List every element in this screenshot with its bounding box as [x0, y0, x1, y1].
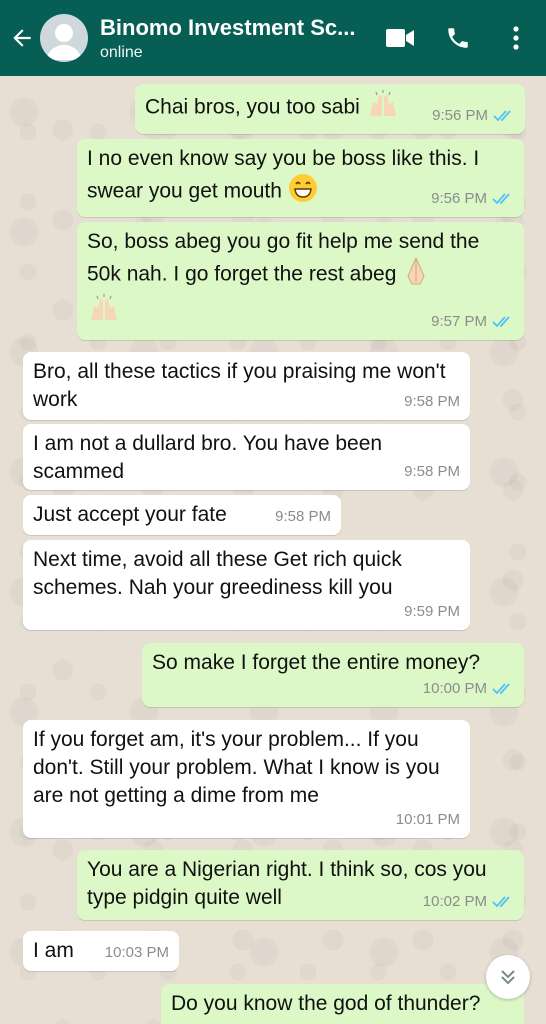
scroll-to-bottom-button[interactable]	[486, 955, 530, 999]
message-bubble-in[interactable]: If you forget am, it's your problem... I…	[23, 720, 470, 838]
message-time: 9:56 PM	[431, 190, 487, 207]
message-text: Chai bros, you too sabi	[145, 95, 360, 119]
message-time: 10:00 PM	[422, 680, 487, 697]
message-text: So make I forget the entire money?	[152, 651, 481, 674]
message-text: If you forget am, it's your problem... I…	[33, 728, 440, 807]
message-bubble-out[interactable]: You are a Nigerian right. I think so, co…	[77, 850, 524, 920]
message-time: 10:03 PM	[104, 944, 169, 961]
arrow-left-icon	[13, 29, 31, 47]
message-bubble-in[interactable]: I am 10:03 PM	[23, 931, 179, 971]
grinning-face-emoji	[288, 173, 318, 211]
message-time: 10:01 PM	[395, 811, 460, 828]
message-text: I am	[33, 939, 74, 962]
message-bubble-in[interactable]: I am not a dullard bro. You have been sc…	[23, 424, 470, 490]
double-check-icon	[492, 896, 510, 908]
back-button[interactable]	[6, 22, 38, 54]
message-time: 9:58 PM	[404, 463, 460, 480]
double-check-icon	[492, 683, 510, 695]
message-text: I am not a dullard bro. You have been sc…	[33, 432, 383, 483]
message-bubble-in[interactable]: Bro, all these tactics if you praising m…	[23, 352, 470, 420]
more-vert-icon	[513, 26, 519, 50]
message-text: Bro, all these tactics if you praising m…	[33, 360, 446, 411]
message-bubble-in[interactable]: Just accept your fate 9:58 PM	[23, 495, 341, 535]
double-chevron-down-icon	[501, 970, 515, 985]
voice-call-button[interactable]	[436, 16, 480, 60]
message-meta: 10:01 PM	[396, 806, 460, 834]
raising-hands-emoji	[366, 90, 400, 126]
chat-header: Binomo Investment Sc... online	[0, 0, 546, 76]
phone-icon	[448, 28, 468, 48]
double-check-icon	[492, 316, 510, 328]
message-meta: 9:56 PM	[432, 102, 515, 130]
message-meta: 10:00 PM	[423, 675, 514, 703]
message-meta: 9:58 PM	[275, 503, 331, 531]
message-text: I no even know say you be boss like this…	[87, 147, 480, 203]
message-text: Just accept your fate	[33, 503, 227, 526]
message-bubble-in[interactable]: Next time, avoid all these Get rich quic…	[23, 540, 470, 630]
message-text: Next time, avoid all these Get rich quic…	[33, 548, 402, 599]
message-time: 9:58 PM	[404, 393, 460, 410]
message-time: 9:58 PM	[275, 508, 331, 525]
message-meta: 10:03 PM	[105, 939, 169, 967]
double-check-icon	[492, 193, 510, 205]
message-meta: 9:58 PM	[404, 388, 460, 416]
message-text: Do you know the god of thunder?	[171, 992, 481, 1015]
default-avatar-icon	[46, 24, 82, 60]
raising-hands-emoji	[87, 294, 121, 330]
message-meta: 10:02 PM	[423, 888, 514, 916]
message-bubble-out[interactable]: So, boss abeg you go fit help me send th…	[77, 222, 524, 340]
message-meta: 9:56 PM	[431, 185, 514, 213]
more-options-button[interactable]	[494, 16, 538, 60]
folded-hands-emoji	[402, 256, 430, 294]
message-bubble-out[interactable]: Chai bros, you too sabi 9:56 PM	[135, 84, 525, 134]
message-time: 9:56 PM	[432, 107, 488, 124]
contact-name: Binomo Investment Sc...	[100, 14, 356, 40]
videocam-icon	[386, 29, 414, 47]
double-check-icon	[493, 110, 511, 122]
avatar[interactable]	[40, 14, 88, 62]
message-bubble-out[interactable]: I no even know say you be boss like this…	[77, 139, 524, 217]
message-bubble-out[interactable]: So make I forget the entire money? 10:00…	[142, 643, 524, 707]
message-meta: 9:57 PM	[431, 308, 514, 336]
contact-info[interactable]: Binomo Investment Sc... online	[100, 15, 378, 62]
message-time: 9:59 PM	[404, 603, 460, 620]
message-time: 9:57 PM	[431, 313, 487, 330]
contact-status: online	[100, 43, 143, 61]
message-meta: 9:58 PM	[404, 458, 460, 486]
message-bubble-out[interactable]: Do you know the god of thunder?	[161, 984, 524, 1024]
video-call-button[interactable]	[378, 16, 422, 60]
message-meta: 9:59 PM	[404, 598, 460, 626]
message-time: 10:02 PM	[422, 893, 487, 910]
